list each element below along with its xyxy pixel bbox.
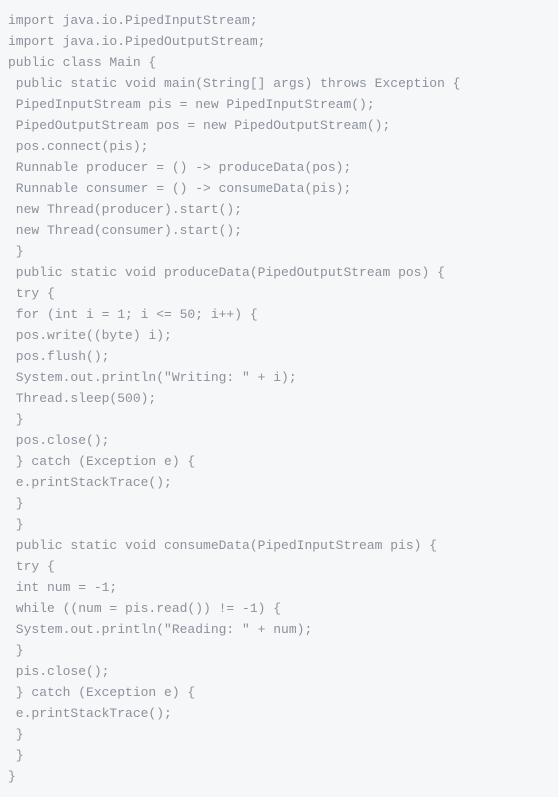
code-line: } — [8, 514, 550, 535]
code-line: } — [8, 493, 550, 514]
code-line: Runnable producer = () -> produceData(po… — [8, 157, 550, 178]
code-line: pos.write((byte) i); — [8, 325, 550, 346]
code-line: e.printStackTrace(); — [8, 472, 550, 493]
code-line: import java.io.PipedOutputStream; — [8, 31, 550, 52]
code-line: public class Main { — [8, 52, 550, 73]
code-line: public static void main(String[] args) t… — [8, 73, 550, 94]
code-block: import java.io.PipedInputStream;import j… — [8, 10, 550, 787]
code-line: } — [8, 745, 550, 766]
code-line: public static void produceData(PipedOutp… — [8, 262, 550, 283]
code-line: new Thread(producer).start(); — [8, 199, 550, 220]
code-line: } catch (Exception e) { — [8, 682, 550, 703]
code-line: pos.connect(pis); — [8, 136, 550, 157]
code-line: System.out.println("Reading: " + num); — [8, 619, 550, 640]
code-line: int num = -1; — [8, 577, 550, 598]
code-line: PipedInputStream pis = new PipedInputStr… — [8, 94, 550, 115]
code-line: } — [8, 409, 550, 430]
code-line: try { — [8, 556, 550, 577]
code-line: } — [8, 766, 550, 787]
code-line: try { — [8, 283, 550, 304]
code-line: } — [8, 640, 550, 661]
code-line: public static void consumeData(PipedInpu… — [8, 535, 550, 556]
code-line: pos.flush(); — [8, 346, 550, 367]
code-line: for (int i = 1; i <= 50; i++) { — [8, 304, 550, 325]
code-line: } — [8, 724, 550, 745]
code-line: System.out.println("Writing: " + i); — [8, 367, 550, 388]
code-line: } — [8, 241, 550, 262]
code-line: } catch (Exception e) { — [8, 451, 550, 472]
code-line: pis.close(); — [8, 661, 550, 682]
code-line: while ((num = pis.read()) != -1) { — [8, 598, 550, 619]
code-line: Thread.sleep(500); — [8, 388, 550, 409]
code-line: e.printStackTrace(); — [8, 703, 550, 724]
code-line: Runnable consumer = () -> consumeData(pi… — [8, 178, 550, 199]
code-line: new Thread(consumer).start(); — [8, 220, 550, 241]
code-line: import java.io.PipedInputStream; — [8, 10, 550, 31]
code-line: pos.close(); — [8, 430, 550, 451]
code-line: PipedOutputStream pos = new PipedOutputS… — [8, 115, 550, 136]
